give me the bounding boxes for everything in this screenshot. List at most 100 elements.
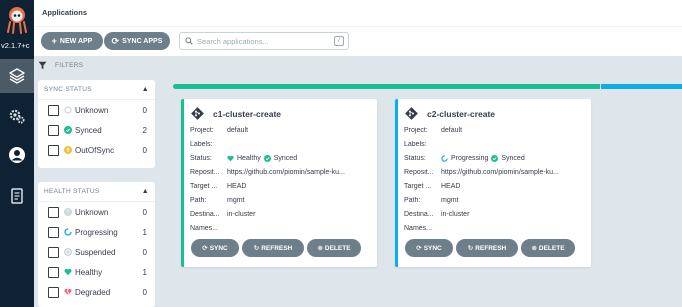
filter-row-health-suspended[interactable]: Suspended 0 <box>38 242 155 262</box>
health-status: Healthy <box>237 154 261 162</box>
filter-row-health-degraded[interactable]: Degraded 0 <box>38 282 155 302</box>
sync-apps-button[interactable]: ⟳ SYNC APPS <box>104 32 170 50</box>
nav-user-info[interactable] <box>0 138 34 172</box>
health-progress-progressing <box>601 84 682 89</box>
field-key: Labels: <box>404 140 427 148</box>
sync-button[interactable]: ⟳ SYNC <box>405 239 453 257</box>
checkbox[interactable] <box>48 206 59 218</box>
health-progress-healthy <box>173 84 600 89</box>
field-path: Path: mgmt <box>404 194 459 206</box>
health-status-header[interactable]: HEALTH STATUS ▲ <box>38 182 155 202</box>
app-name[interactable]: c2-cluster-create <box>427 109 495 119</box>
filter-row-sync-synced[interactable]: Synced 2 <box>38 120 155 140</box>
field-key: Project: <box>404 126 428 134</box>
sync-status-header[interactable]: SYNC STATUS ▲ <box>38 80 155 100</box>
checkbox[interactable] <box>48 266 59 278</box>
version-label: v2.1.7+c <box>1 41 30 50</box>
page-title: Applications <box>42 8 88 17</box>
filters-title: FILTERS <box>55 62 84 69</box>
git-icon <box>191 107 204 120</box>
new-app-label: NEW APP <box>59 37 93 45</box>
field-destination: Destina... in-cluster <box>404 208 469 220</box>
layers-icon <box>9 68 25 84</box>
filter-count: 0 <box>142 105 147 115</box>
checkbox[interactable] <box>48 144 59 156</box>
app-name[interactable]: c1-cluster-create <box>213 109 281 119</box>
collapse-caret-icon[interactable]: ▲ <box>142 86 149 93</box>
field-status: Status: Healthy Synced <box>190 152 297 164</box>
filter-count: 0 <box>142 247 147 257</box>
sync-status: Synced <box>273 154 298 162</box>
filter-row-health-progressing[interactable]: Progressing 1 <box>38 222 155 242</box>
filter-row-health-unknown[interactable]: ? Unknown 0 <box>38 202 155 222</box>
field-labels: Labels: <box>404 138 441 150</box>
search-input[interactable] <box>197 36 327 46</box>
svg-text:?: ? <box>66 209 69 216</box>
side-nav: v2.1.7+c <box>0 0 34 307</box>
delete-button[interactable]: ⊗ DELETE <box>307 239 361 257</box>
top-bar: Applications <box>34 0 682 26</box>
sync-button[interactable]: ⟳ SYNC <box>191 239 239 257</box>
status-values: Healthy Synced <box>227 154 298 162</box>
broken-heart-icon <box>64 288 72 296</box>
search-box[interactable]: / <box>179 32 349 50</box>
filter-row-health-healthy[interactable]: Healthy 1 <box>38 262 155 282</box>
filter-label: OutOfSync <box>75 145 115 155</box>
checkbox[interactable] <box>48 286 59 298</box>
field-repository: Reposit... https://github.com/piomin/samp… <box>404 166 559 178</box>
field-key: Names... <box>190 224 219 232</box>
refresh-label: REFRESH <box>475 244 507 252</box>
app-card-c1-cluster-create[interactable]: c1-cluster-create Project: default Labels… <box>181 99 377 267</box>
field-path: Path: mgmt <box>190 194 245 206</box>
heart-icon <box>227 155 234 161</box>
delete-button[interactable]: ⊗ DELETE <box>521 239 575 257</box>
delete-label: DELETE <box>538 244 565 252</box>
new-app-button[interactable]: + NEW APP <box>41 32 103 50</box>
field-namespace: Names... <box>190 222 227 234</box>
filter-row-sync-unknown[interactable]: Unknown 0 <box>38 100 155 120</box>
arrow-up-circle-icon <box>64 146 72 154</box>
check-circle-icon <box>64 126 72 134</box>
field-key: Destina... <box>404 210 434 218</box>
field-value: in-cluster <box>227 210 256 218</box>
filter-row-sync-outofsync[interactable]: OutOfSync 0 <box>38 140 155 160</box>
app-card-c2-cluster-create[interactable]: c2-cluster-create Project: default Labels… <box>395 99 591 267</box>
filter-label: Synced <box>75 125 102 135</box>
nav-settings[interactable] <box>0 99 34 133</box>
field-value: mgmt <box>441 196 459 204</box>
checkbox[interactable] <box>48 226 59 238</box>
health-status-title: HEALTH STATUS <box>44 188 100 195</box>
argo-logo-icon[interactable] <box>6 6 28 34</box>
field-value: https://github.com/piomin/sample-ku... <box>441 168 559 176</box>
health-status-filter: HEALTH STATUS ▲ ? Unknown 0 Progressing … <box>38 182 155 307</box>
field-key: Destina... <box>190 210 220 218</box>
field-value: in-cluster <box>441 210 470 218</box>
toolbar: + NEW APP ⟳ SYNC APPS / <box>34 26 682 56</box>
refresh-button[interactable]: ↻ REFRESH <box>456 239 518 257</box>
checkbox[interactable] <box>48 246 59 258</box>
circle-outline-icon <box>64 106 72 114</box>
filter-label: Progressing <box>75 227 118 237</box>
field-key: Target ... <box>190 182 218 190</box>
nav-applications[interactable] <box>0 59 34 93</box>
checkbox[interactable] <box>48 124 59 136</box>
checkbox[interactable] <box>48 104 59 116</box>
field-target: Target ... HEAD <box>190 180 246 192</box>
sync-label: SYNC <box>209 244 228 252</box>
refresh-icon: ↻ <box>467 245 474 252</box>
book-icon <box>11 188 23 204</box>
pause-circle-icon <box>64 248 72 256</box>
filter-label: Unknown <box>75 207 109 217</box>
refresh-button[interactable]: ↻ REFRESH <box>242 239 304 257</box>
field-value: https://github.com/piomin/sample-ku... <box>227 168 345 176</box>
field-key: Project: <box>190 126 214 134</box>
search-icon <box>185 37 193 45</box>
health-stripe <box>395 99 398 267</box>
user-circle-icon <box>9 147 25 163</box>
field-key: Status: <box>190 154 212 162</box>
sync-status-title: SYNC STATUS <box>44 86 92 93</box>
filter-count: 0 <box>142 287 147 297</box>
collapse-caret-icon[interactable]: ▲ <box>142 188 149 195</box>
nav-documentation[interactable] <box>0 179 34 213</box>
field-value: HEAD <box>441 182 461 190</box>
